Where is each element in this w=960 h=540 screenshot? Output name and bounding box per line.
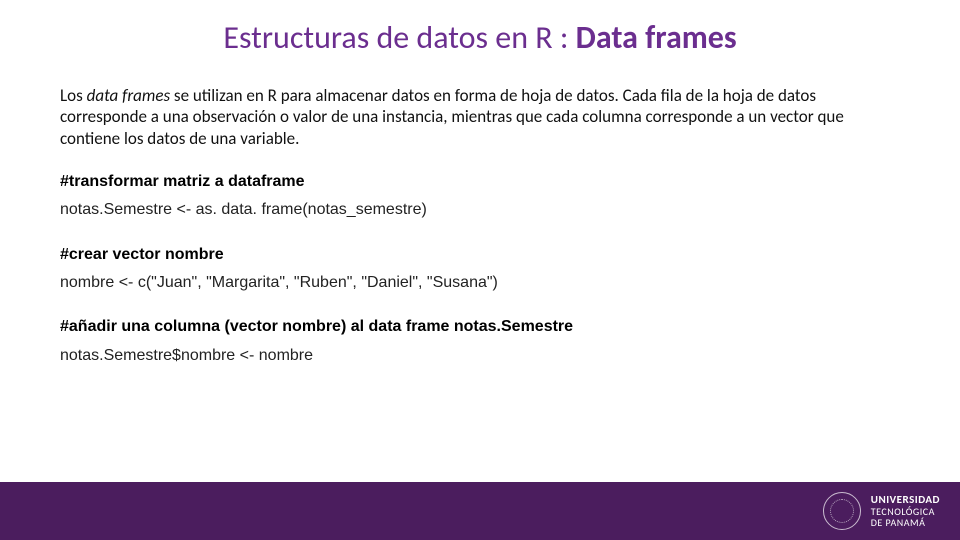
code-line: notas.Semestre$nombre <- nombre [60, 345, 900, 367]
intro-lead-plain: Los [60, 85, 87, 106]
title-prefix: Estructuras de datos en R : [223, 18, 575, 57]
footer-bar: UNIVERSIDAD TECNOLÓGICA DE PANAMÁ [0, 482, 960, 540]
code-block-3: #añadir una columna (vector nombre) al d… [60, 316, 900, 367]
title-bold: Data frames [576, 18, 737, 57]
code-comment: #añadir una columna (vector nombre) al d… [60, 316, 900, 338]
slide: Estructuras de datos en R : Data frames … [0, 0, 960, 540]
university-name: UNIVERSIDAD TECNOLÓGICA DE PANAMÁ [871, 494, 940, 528]
intro-rest: se utilizan en R para almacenar datos en… [60, 85, 844, 149]
code-comment: #crear vector nombre [60, 244, 900, 266]
code-line: notas.Semestre <- as. data. frame(notas_… [60, 199, 900, 221]
code-comment: #transformar matriz a dataframe [60, 171, 900, 193]
university-line3: DE PANAMÁ [871, 517, 940, 528]
slide-body: Los data frames se utilizan en R para al… [60, 85, 900, 389]
intro-paragraph: Los data frames se utilizan en R para al… [60, 85, 900, 149]
intro-lead-em: data frames [87, 85, 170, 106]
code-block-1: #transformar matriz a dataframe notas.Se… [60, 171, 900, 222]
code-block-2: #crear vector nombre nombre <- c("Juan",… [60, 244, 900, 295]
code-line: nombre <- c("Juan", "Margarita", "Ruben"… [60, 272, 900, 294]
slide-title: Estructuras de datos en R : Data frames [0, 18, 960, 57]
university-seal-icon [823, 492, 861, 530]
